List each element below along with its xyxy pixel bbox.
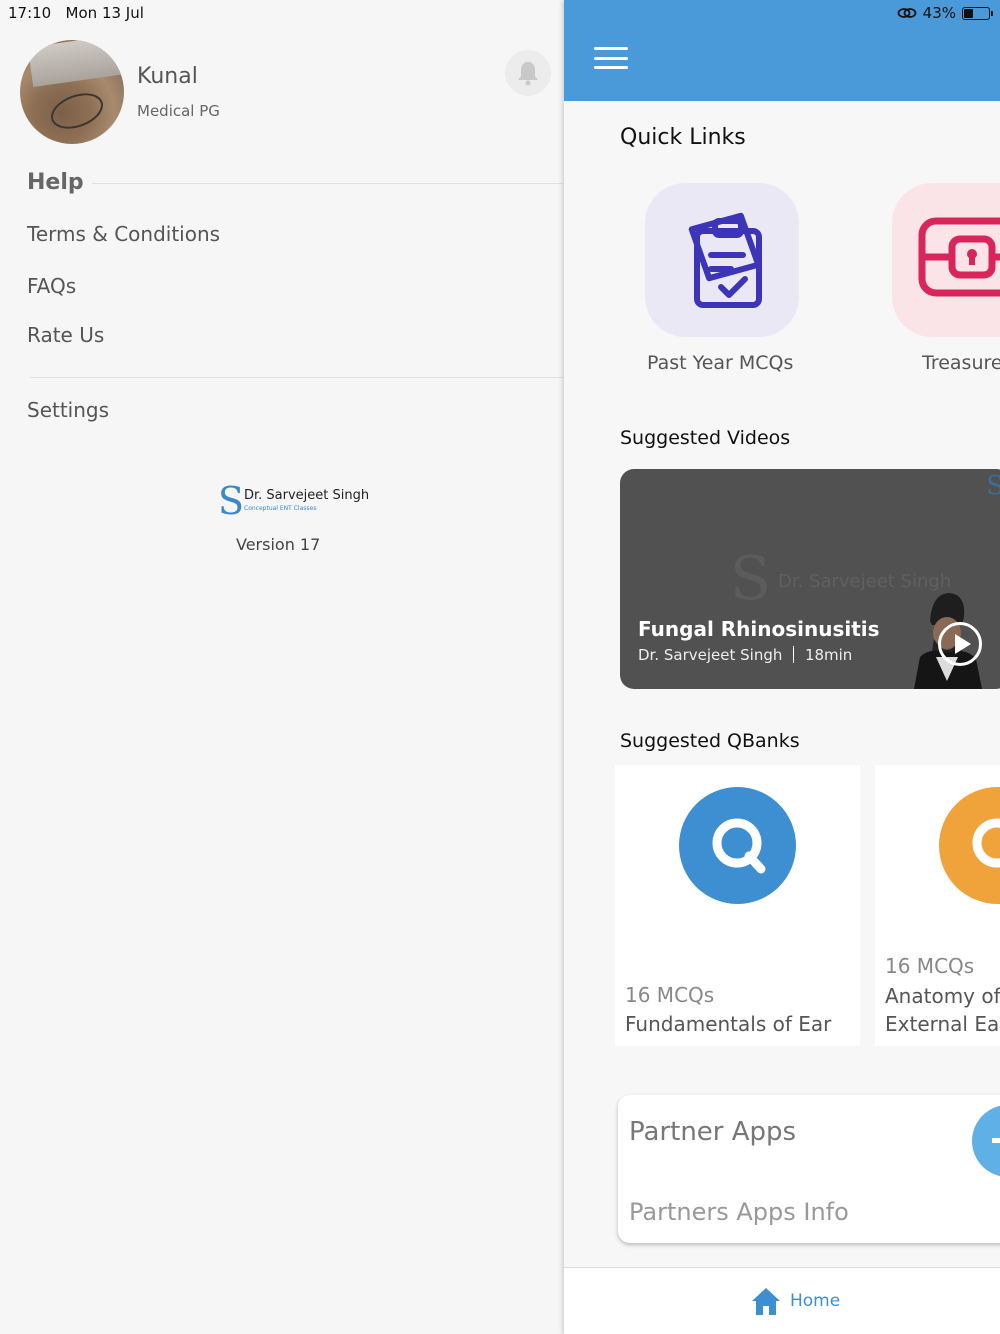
menu-item-faqs[interactable]: FAQs (27, 274, 76, 298)
app-version: Version 17 (236, 535, 321, 554)
quick-link-label: Past Year MCQs (647, 352, 794, 374)
brand-logo: S Dr. Sarvejeet Singh Conceptual ENT Cla… (218, 479, 369, 523)
search-icon (939, 787, 1000, 904)
hamburger-menu-icon[interactable] (594, 47, 628, 69)
qbank-name: External Ear (885, 1012, 1000, 1036)
section-title-quick-links: Quick Links (620, 125, 746, 150)
main-panel: Quick Links Past Year MCQs Treasure Sugg… (564, 0, 1000, 1334)
video-author: Dr. Sarvejeet Singh (638, 646, 783, 664)
battery-icon (962, 6, 993, 20)
brand-tagline: Conceptual ENT Classes (244, 505, 317, 512)
user-subtitle: Medical PG (137, 102, 220, 120)
user-name: Kunal (137, 64, 198, 89)
qbank-card-fundamentals-of-ear[interactable]: 16 MCQs Fundamentals of Ear (615, 765, 860, 1046)
video-duration: 18min (804, 646, 853, 664)
qbank-name: Fundamentals of Ear (625, 1012, 832, 1036)
qbank-count: 16 MCQs (885, 954, 975, 978)
quick-link-treasure[interactable] (892, 183, 1000, 337)
play-icon[interactable] (938, 622, 982, 666)
qbank-count: 16 MCQs (625, 983, 715, 1007)
video-card[interactable]: S Dr. Sarvejeet Singh S Fungal Rhinosinu… (620, 469, 1000, 689)
nav-tab-home[interactable]: Home (750, 1286, 840, 1316)
treasure-chest-icon (918, 217, 1000, 297)
status-date: Mon 13 Jul (65, 4, 144, 22)
nav-tab-home-label: Home (790, 1291, 841, 1311)
status-time: 17:10 Mon 13 Jul (8, 4, 144, 22)
notifications-button[interactable] (505, 50, 551, 96)
video-logo-icon: S (986, 471, 1000, 501)
quick-link-past-year-mcqs[interactable] (645, 183, 799, 337)
bell-icon (518, 62, 538, 86)
navigation-drawer: Kunal Medical PG Help Terms & Conditions… (0, 0, 563, 1334)
partner-apps-title: Partner Apps (629, 1117, 797, 1147)
home-icon (752, 1288, 780, 1315)
quick-link-label: Treasure (922, 352, 1000, 374)
status-bar: 17:10 Mon 13 Jul 43% (0, 0, 1000, 28)
video-meta: Dr. Sarvejeet Singh 18min (638, 646, 852, 664)
partner-apps-card[interactable]: Partner Apps Partners Apps Info (618, 1095, 1000, 1243)
collapse-icon[interactable] (972, 1105, 1000, 1177)
brand-name: Dr. Sarvejeet Singh (244, 488, 370, 503)
help-section-header: Help (27, 170, 84, 195)
section-title-suggested-videos: Suggested Videos (620, 427, 791, 449)
menu-item-terms[interactable]: Terms & Conditions (27, 222, 220, 246)
partner-apps-subtitle: Partners Apps Info (629, 1198, 849, 1226)
battery-percent: 43% (922, 4, 956, 22)
battery-fill (964, 8, 973, 18)
clipboard-check-icon (688, 212, 762, 308)
avatar[interactable] (20, 40, 124, 144)
link-icon (897, 8, 917, 18)
menu-item-settings[interactable]: Settings (27, 398, 109, 422)
divider (92, 183, 563, 184)
divider (30, 377, 563, 378)
section-title-suggested-qbanks: Suggested QBanks (620, 730, 800, 752)
menu-item-rate-us[interactable]: Rate Us (27, 323, 104, 347)
video-title: Fungal Rhinosinusitis (638, 617, 880, 641)
status-indicators: 43% (897, 4, 993, 22)
qbank-name: Anatomy of (885, 984, 1000, 1008)
logo-s-icon: S (218, 479, 245, 523)
video-watermark-logo: S (730, 544, 772, 614)
qbank-card-anatomy-of-external-ear[interactable]: 16 MCQs Anatomy of External Ear (875, 765, 1000, 1046)
bottom-navigation: Home (564, 1267, 1000, 1334)
search-icon (679, 787, 796, 904)
